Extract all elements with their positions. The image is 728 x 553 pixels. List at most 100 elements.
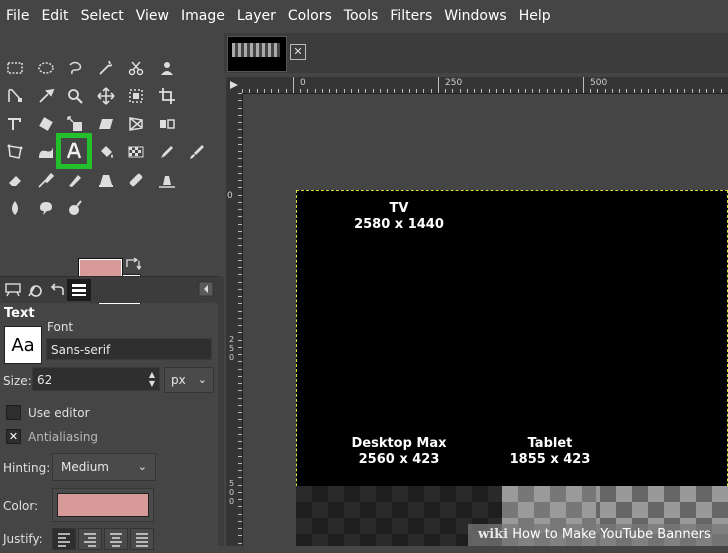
paintbrush-icon[interactable] [186, 141, 208, 163]
watermark: wiki How to Make YouTube Banners [468, 524, 728, 546]
menu-image[interactable]: Image [175, 0, 231, 33]
menu-colors[interactable]: Colors [282, 0, 338, 33]
menu-edit[interactable]: Edit [35, 0, 74, 33]
unified-transform-icon[interactable] [4, 113, 26, 135]
size-input[interactable]: 62 [32, 367, 160, 391]
menu-tools[interactable]: Tools [338, 0, 385, 33]
ruler-h-label-250: 250 [445, 78, 463, 88]
ruler-v-label-0: 0 [227, 191, 233, 201]
image-tab-bar: ✕ [224, 33, 728, 73]
blend-icon[interactable] [125, 141, 147, 163]
use-editor-label: Use editor [28, 405, 90, 420]
antialiasing-checkbox[interactable]: ✕ [6, 429, 21, 444]
menu-layer[interactable]: Layer [231, 0, 282, 33]
menu-filters[interactable]: Filters [384, 0, 438, 33]
smudge-icon[interactable] [35, 197, 57, 219]
unit-value: px [171, 373, 186, 387]
use-editor-checkbox[interactable] [6, 405, 21, 420]
rotate-icon[interactable] [35, 113, 57, 135]
pencil-icon[interactable] [156, 141, 178, 163]
justify-label: Justify: [3, 532, 43, 546]
crop-icon[interactable] [156, 85, 178, 107]
zoom-icon[interactable] [64, 85, 86, 107]
thumbnail-preview [232, 43, 280, 57]
dodge-burn-icon[interactable] [64, 197, 86, 219]
bucket-fill-icon[interactable] [95, 141, 117, 163]
options-scrollbar[interactable] [218, 276, 224, 546]
chevron-down-icon: ⌄ [137, 460, 147, 473]
size-label: Size: [3, 374, 32, 388]
scissors-icon[interactable] [125, 57, 147, 79]
swap-colors-icon[interactable] [125, 257, 141, 271]
color-label: Color: [3, 499, 39, 513]
watermark-brand: wiki [478, 527, 509, 542]
tool-options-tab-icon[interactable] [3, 280, 23, 300]
font-preview-button[interactable]: Aa [4, 326, 42, 364]
hinting-value: Medium [61, 460, 109, 474]
scale-icon[interactable] [64, 113, 86, 135]
paths-icon[interactable] [4, 85, 26, 107]
menu-select[interactable]: Select [75, 0, 130, 33]
ruler-h-label-0: 0 [300, 78, 306, 88]
justify-left-icon[interactable] [52, 528, 76, 550]
font-input[interactable]: Sans-serif [46, 338, 212, 360]
menu-help[interactable]: Help [513, 0, 557, 33]
watermark-text: How to Make YouTube Banners [512, 527, 711, 542]
flip-icon[interactable] [156, 113, 178, 135]
close-icon[interactable]: ✕ [290, 44, 306, 60]
perspective-clone-icon[interactable] [156, 169, 178, 191]
justify-fill-icon[interactable] [130, 528, 154, 550]
text-color-swatch [57, 493, 149, 517]
images-tab-icon[interactable] [67, 279, 91, 301]
heal-icon[interactable] [125, 169, 147, 191]
text-tool-icon[interactable] [56, 133, 92, 169]
tv-title: TV [389, 201, 409, 216]
ellipse-select-icon[interactable] [35, 57, 57, 79]
desktop-max-title: Desktop Max [351, 436, 447, 451]
size-spinner[interactable]: ▲ ▼ [146, 370, 158, 388]
image-tab-thumbnail[interactable] [227, 36, 287, 72]
unit-select[interactable]: px ⌄ [164, 367, 214, 393]
menu-file[interactable]: File [0, 0, 35, 33]
ink-icon[interactable] [64, 169, 86, 191]
color-picker-icon[interactable] [35, 85, 57, 107]
tool-options-title: Text [4, 306, 35, 321]
tablet-dims: 1855 x 423 [509, 452, 591, 467]
airbrush-icon[interactable] [35, 169, 57, 191]
align-icon[interactable] [125, 85, 147, 107]
hinting-select[interactable]: Medium ⌄ [52, 453, 156, 481]
ruler-h-label-500: 500 [590, 78, 608, 88]
chevron-down-icon: ⌄ [197, 373, 207, 386]
use-editor-option[interactable]: Use editor [6, 405, 90, 420]
horizontal-ruler[interactable]: 0 250 500 [242, 77, 728, 94]
antialiasing-label: Antialiasing [28, 429, 99, 444]
cage-icon[interactable] [4, 141, 26, 163]
ruler-v-label-250: 250 [227, 335, 236, 362]
tv-dims: 2580 x 1440 [354, 217, 444, 232]
clone-icon[interactable] [95, 169, 117, 191]
justify-right-icon[interactable] [78, 528, 102, 550]
font-label: Font [47, 320, 74, 334]
eraser-icon[interactable] [4, 169, 26, 191]
lasso-icon[interactable] [64, 57, 86, 79]
vertical-ruler[interactable]: 0 250 500 [226, 93, 243, 546]
perspective-icon[interactable] [125, 113, 147, 135]
undo-history-tab-icon[interactable] [47, 280, 67, 300]
rect-select-icon[interactable] [4, 57, 26, 79]
menu-view[interactable]: View [130, 0, 175, 33]
justify-center-icon[interactable] [104, 528, 128, 550]
fuzzy-select-icon[interactable] [95, 57, 117, 79]
blur-icon[interactable] [4, 197, 26, 219]
foreground-select-icon[interactable] [156, 57, 178, 79]
text-tool-options: Text Aa Font Sans-serif Size: 62 ▲ ▼ px ⌄ … [0, 304, 218, 550]
device-status-tab-icon[interactable] [25, 280, 45, 300]
warp-icon[interactable] [35, 141, 57, 163]
dock-menu-icon[interactable] [198, 281, 214, 297]
text-color-button[interactable] [52, 488, 154, 522]
shear-icon[interactable] [95, 113, 117, 135]
tablet-label: Tablet 1855 x 423 [500, 436, 600, 468]
menu-windows[interactable]: Windows [438, 0, 513, 33]
move-icon[interactable] [95, 85, 117, 107]
ruler-corner-button[interactable] [226, 77, 242, 93]
antialiasing-option[interactable]: ✕ Antialiasing [6, 429, 98, 444]
